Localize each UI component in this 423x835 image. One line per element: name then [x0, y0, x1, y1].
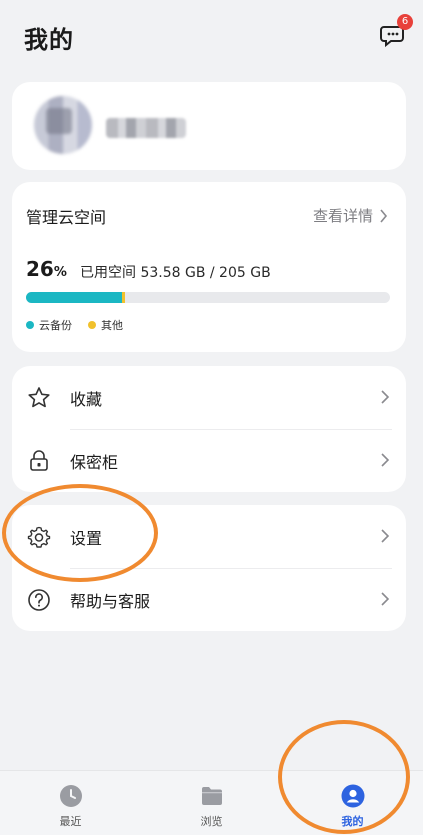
chevron-right-icon [381, 390, 390, 404]
tab-browse[interactable]: 浏览 [141, 771, 282, 835]
chevron-right-icon [381, 453, 390, 467]
avatar[interactable] [34, 96, 92, 154]
storage-bar-other-fill [122, 292, 125, 303]
storage-legend: 云备份 其他 [26, 317, 123, 333]
legend-item-backup: 云备份 [26, 317, 72, 333]
page-title: 我的 [24, 26, 74, 54]
menu-item-favorites[interactable]: 收藏 [12, 366, 406, 429]
lock-icon [30, 450, 48, 471]
chevron-right-icon [381, 592, 390, 606]
message-badge: 6 [397, 14, 413, 30]
storage-bar [26, 292, 390, 303]
chevron-right-icon [380, 208, 388, 223]
chevron-right-icon [381, 529, 390, 543]
annotation-ring-settings [2, 484, 158, 582]
legend-dot-backup [26, 321, 34, 329]
view-details-label: 查看详情 [312, 207, 373, 225]
clock-icon [59, 785, 82, 807]
message-button[interactable]: 6 [379, 14, 413, 50]
menu-card-primary: 收藏 保密柜 [12, 366, 406, 492]
help-icon [28, 589, 50, 611]
view-details-link[interactable]: 查看详情 [313, 205, 388, 226]
legend-dot-other [88, 321, 96, 329]
profile-card[interactable] [12, 82, 406, 170]
storage-card[interactable]: 管理云空间 查看详情 26% 已用空间 53.58 GB / 205 GB 云备… [12, 182, 406, 352]
legend-item-other: 其他 [88, 317, 123, 333]
storage-title: 管理云空间 [26, 208, 107, 227]
menu-label-favorites: 收藏 [70, 390, 103, 409]
folder-icon [201, 787, 222, 805]
storage-percent: 26% [26, 257, 67, 281]
header: 我的 6 [0, 0, 423, 72]
storage-used-text: 已用空间 53.58 GB / 205 GB [80, 265, 271, 281]
menu-item-safe[interactable]: 保密柜 [12, 429, 406, 492]
legend-label-backup: 云备份 [39, 319, 72, 332]
tab-label-recent: 最近 [59, 815, 82, 828]
menu-label-safe: 保密柜 [70, 453, 119, 472]
tab-recent[interactable]: 最近 [0, 771, 141, 835]
tab-label-browse: 浏览 [200, 815, 223, 828]
annotation-ring-mine-tab [278, 720, 410, 834]
star-icon [28, 387, 50, 408]
storage-percent-value: 26 [26, 257, 54, 281]
storage-bar-backup-fill [26, 292, 122, 303]
menu-label-help: 帮助与客服 [70, 592, 151, 611]
legend-label-other: 其他 [101, 319, 123, 332]
username-blurred [106, 118, 186, 138]
percent-sign: % [53, 265, 67, 280]
